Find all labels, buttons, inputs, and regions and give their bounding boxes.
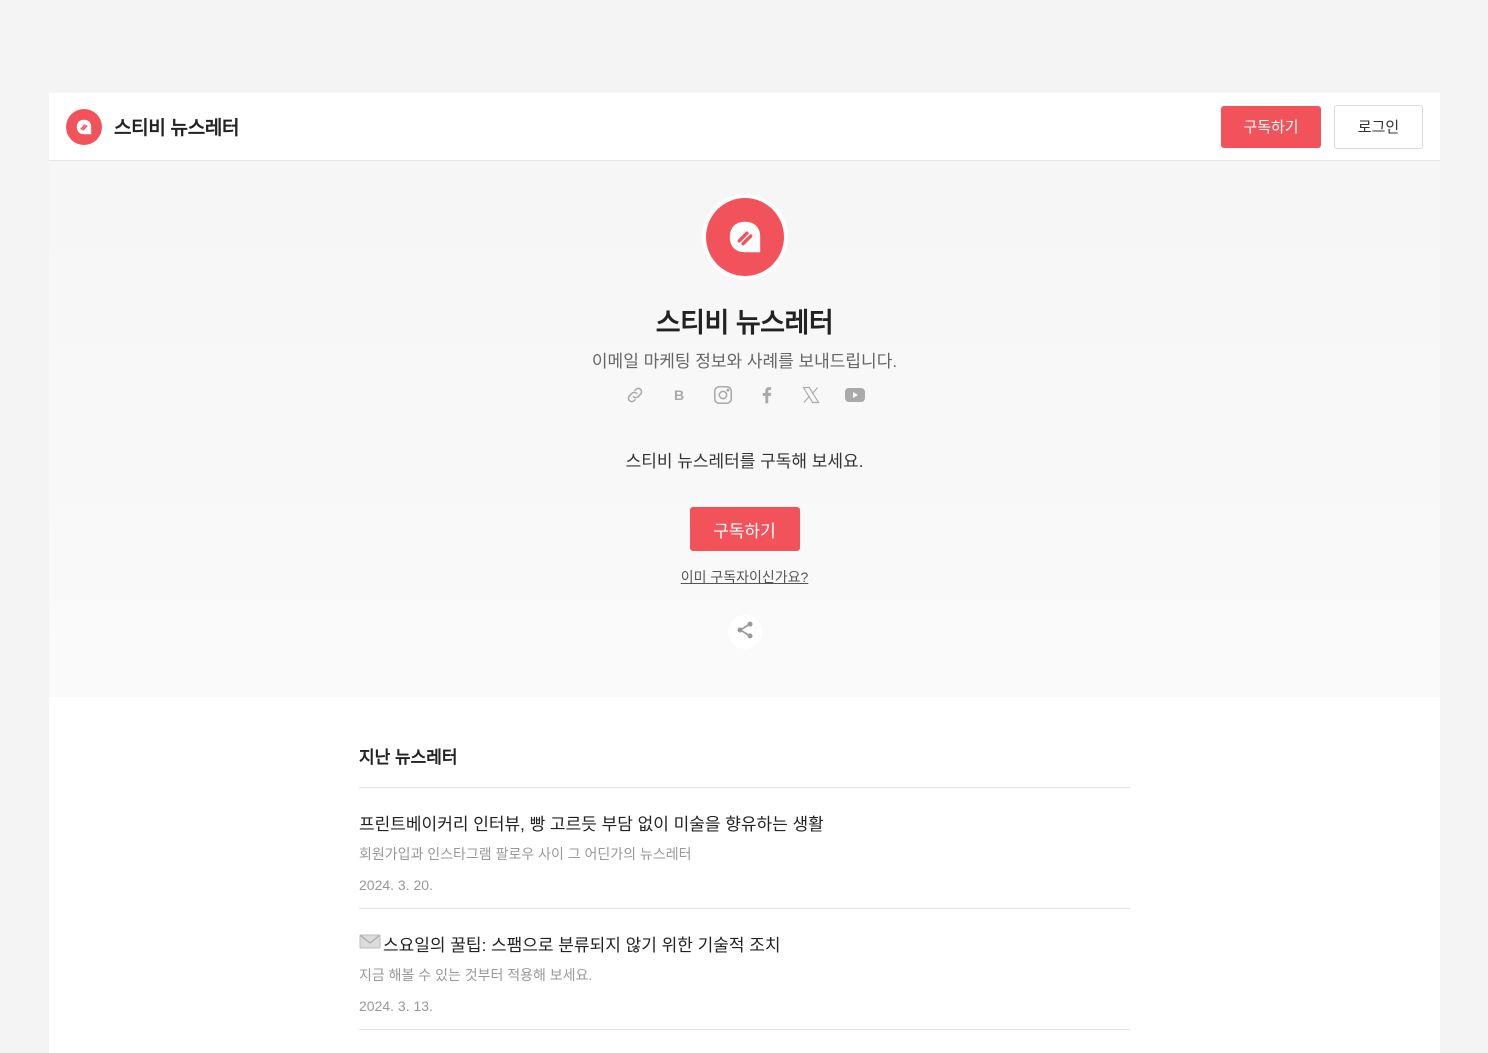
newsletter-title: 스요일의 꿀팁: 스팸으로 분류되지 않기 위한 기술적 조치	[383, 936, 781, 955]
x-icon[interactable]	[799, 383, 823, 407]
brand-name: 스티비 뉴스레터	[114, 118, 240, 139]
newsletter-subtitle: 지금 해볼 수 있는 것부터 적용해 보세요.	[359, 967, 593, 983]
facebook-icon[interactable]	[755, 383, 779, 407]
hero-logo	[701, 194, 788, 280]
stibee-logo-large-icon	[705, 198, 784, 276]
login-button[interactable]: 로그인	[1334, 104, 1423, 149]
newsletter-subtitle: 회원가입과 인스타그램 팔로우 사이 그 어딘가의 뉴스레터	[359, 846, 692, 862]
page-frame: 스티비 뉴스레터 구독하기 로그인 스티비 뉴스레터 이메일 마케팅 정보와 사…	[49, 93, 1440, 1053]
newsletter-item[interactable]: 프린트베이커리 인터뷰, 빵 고르듯 부담 없이 미술을 향유하는 생활 회원가…	[359, 788, 1130, 909]
hero-subscribe-button[interactable]: 구독하기	[689, 507, 800, 551]
link-icon[interactable]	[623, 383, 647, 407]
newsletter-date: 2024. 3. 20.	[359, 877, 433, 893]
newsletter-date: 2024. 3. 13.	[359, 998, 433, 1014]
blog-icon[interactable]: B	[667, 383, 691, 407]
already-subscribed-link[interactable]: 이미 구독자이신가요?	[681, 567, 809, 587]
share-button[interactable]	[727, 615, 762, 649]
svg-text:B: B	[674, 388, 684, 404]
header-actions: 구독하기 로그인	[1221, 104, 1423, 149]
newsletter-item[interactable]: 스요일의 꿀팁: 스팸으로 분류되지 않기 위한 기술적 조치 지금 해볼 수 …	[359, 909, 1130, 1030]
social-links: B	[623, 383, 867, 407]
past-newsletters-heading: 지난 뉴스레터	[359, 748, 458, 767]
hero-title: 스티비 뉴스레터	[655, 308, 834, 338]
hero-description: 이메일 마케팅 정보와 사례를 보내드립니다.	[591, 352, 898, 371]
stibee-logo-icon	[66, 108, 102, 145]
past-newsletters: 지난 뉴스레터 프린트베이커리 인터뷰, 빵 고르듯 부담 없이 미술을 향유하…	[359, 743, 1130, 1030]
newsletter-title[interactable]: 프린트베이커리 인터뷰, 빵 고르듯 부담 없이 미술을 향유하는 생활	[359, 810, 1130, 835]
top-header: 스티비 뉴스레터 구독하기 로그인	[49, 93, 1440, 161]
instagram-icon[interactable]	[711, 383, 735, 407]
header-subscribe-button[interactable]: 구독하기	[1221, 105, 1321, 148]
hero-section: 스티비 뉴스레터 이메일 마케팅 정보와 사례를 보내드립니다. B 스티비 뉴…	[49, 161, 1440, 697]
subscribe-prompt: 스티비 뉴스레터를 구독해 보세요.	[625, 452, 864, 471]
youtube-icon[interactable]	[843, 383, 867, 407]
envelope-icon	[359, 933, 381, 954]
share-icon	[735, 620, 755, 645]
newsletter-title-row[interactable]: 스요일의 꿀팁: 스팸으로 분류되지 않기 위한 기술적 조치	[359, 931, 1130, 956]
brand[interactable]: 스티비 뉴스레터	[66, 108, 240, 145]
